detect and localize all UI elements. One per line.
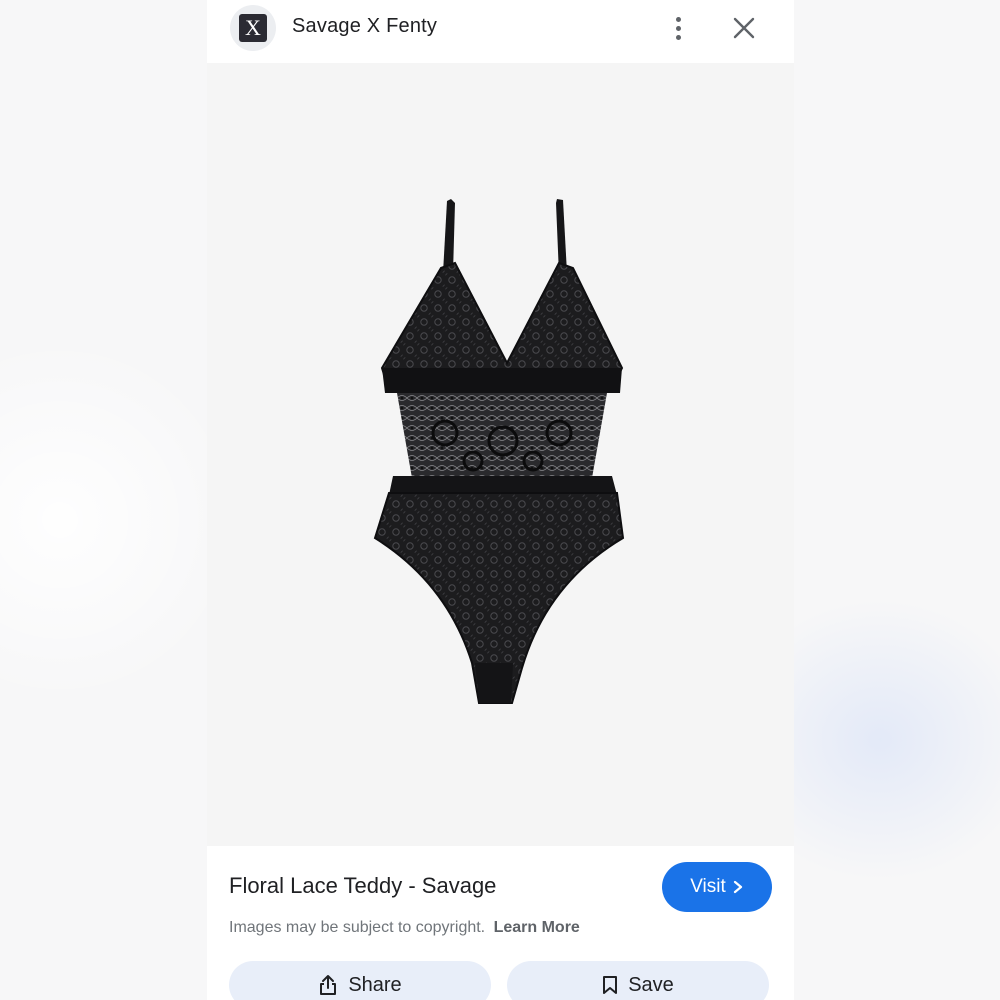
save-button[interactable]: Save [507, 961, 769, 1000]
image-info-section: Floral Lace Teddy - Savage Visit Images … [207, 846, 794, 1000]
product-image[interactable] [207, 63, 794, 846]
image-viewer-panel: X Savage X Fenty Floral Lace Teddy - Sav… [207, 0, 794, 1000]
favicon-logo: X [239, 14, 267, 42]
close-icon[interactable] [730, 14, 758, 42]
favicon-letter: X [245, 15, 261, 40]
copyright-notice: Images may be subject to copyright. Lear… [229, 919, 580, 937]
source-name[interactable]: Savage X Fenty [292, 15, 437, 38]
bookmark-icon [603, 976, 618, 994]
viewer-header: X Savage X Fenty [207, 0, 794, 63]
learn-more-link[interactable]: Learn More [494, 919, 580, 936]
image-title[interactable]: Floral Lace Teddy - Savage [229, 873, 496, 899]
save-label: Save [628, 973, 674, 996]
share-icon [320, 975, 337, 995]
chevron-right-icon [733, 880, 742, 894]
share-label: Share [348, 973, 402, 996]
more-vert-icon[interactable] [668, 14, 688, 42]
share-button[interactable]: Share [229, 961, 491, 1000]
source-favicon[interactable]: X [230, 5, 276, 51]
visit-button[interactable]: Visit [662, 862, 772, 912]
visit-label: Visit [690, 876, 726, 897]
lace-teddy-image [373, 199, 625, 704]
copyright-text: Images may be subject to copyright. [229, 919, 486, 936]
